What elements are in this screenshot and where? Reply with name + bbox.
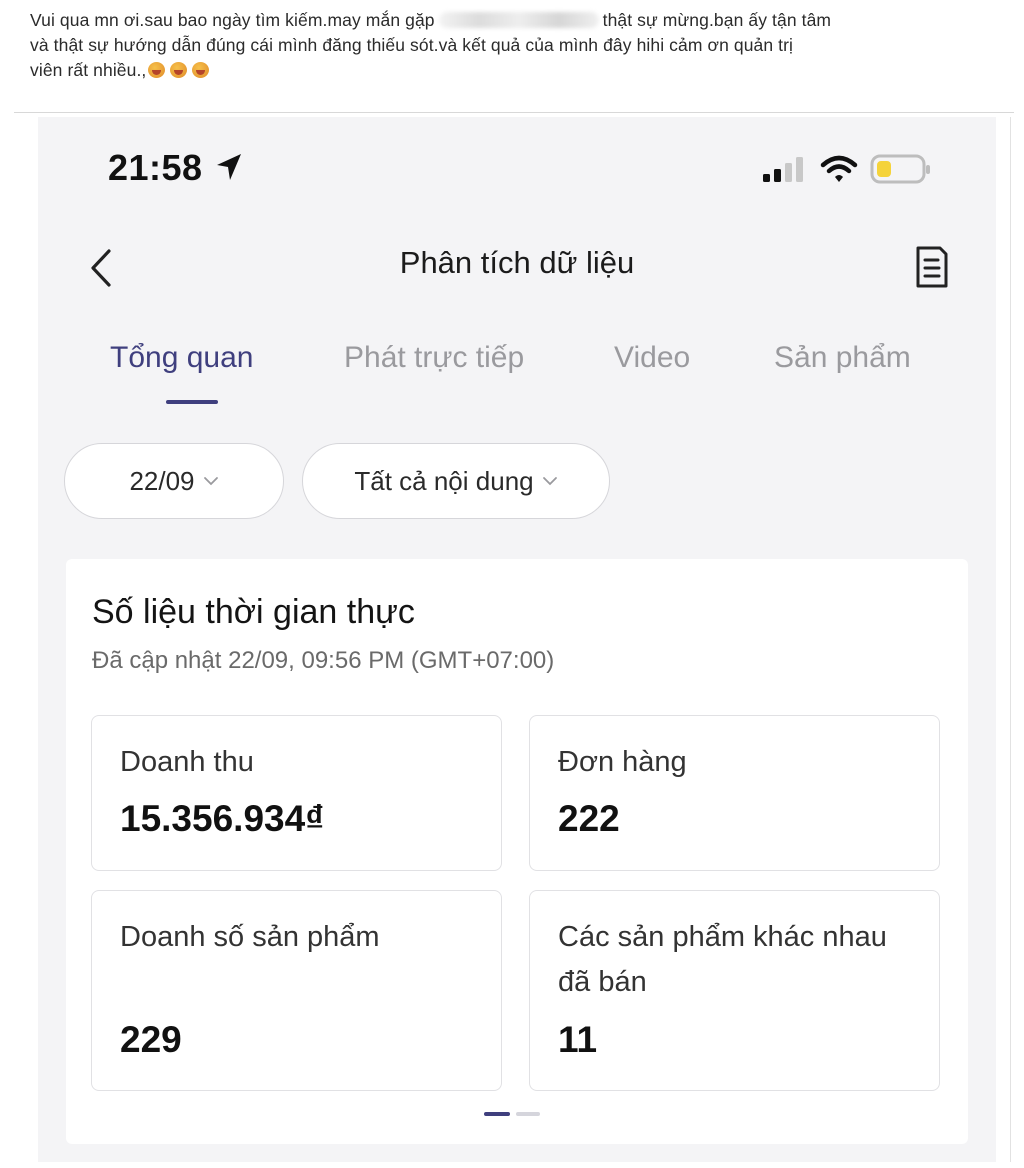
battery-low-icon (870, 154, 930, 184)
realtime-metrics-card: Số liệu thời gian thực Đã cập nhật 22/09… (66, 559, 968, 1144)
active-tab-indicator (166, 400, 218, 404)
metric-label: Các sản phẩm khác nhau đã bán (558, 921, 887, 998)
location-arrow-icon (217, 154, 241, 180)
metric-value: 222 (558, 798, 620, 839)
smiling-hearts-emoji-icon (168, 61, 190, 79)
metric-label: Đơn hàng (558, 746, 687, 778)
metric-orders[interactable]: Đơn hàng 222 (529, 715, 940, 871)
smiling-hearts-emoji-icon (190, 61, 212, 79)
date-filter-dropdown[interactable]: 22/09 (64, 443, 284, 519)
report-document-icon[interactable] (912, 244, 952, 290)
phone-screenshot: 21:58 Phân tích dữ liệu Tổng quan Phát t… (38, 117, 996, 1162)
metric-value: 11 (558, 1019, 598, 1060)
status-time: 21:58 (108, 147, 203, 188)
date-filter-value: 22/09 (129, 465, 195, 496)
pager-dot[interactable] (516, 1112, 540, 1116)
metric-revenue[interactable]: Doanh thu 15.356.934₫ (91, 715, 502, 871)
post-caption-line-2: và thật sự hướng dẫn đúng cái mình đăng … (30, 35, 794, 55)
last-updated-text: Đã cập nhật 22/09, 09:56 PM (GMT+07:00) (92, 647, 555, 674)
metric-value: 15.356.934₫ (120, 798, 325, 839)
content-filter-value: Tất cả nội dung (354, 465, 534, 496)
card-pager (484, 1112, 540, 1116)
content-filter-dropdown[interactable]: Tất cả nội dung (302, 443, 610, 519)
post-caption-line-3: viên rất nhiều., (30, 60, 147, 80)
chevron-down-icon (542, 477, 557, 486)
post-caption: Vui qua mn ơi.sau bao ngày tìm kiếm.may … (30, 8, 1010, 83)
tab-livestream[interactable]: Phát trực tiếp (344, 341, 524, 375)
page-title: Phân tích dữ liệu (399, 245, 635, 280)
cellular-signal-icon (763, 157, 803, 182)
metric-value: 229 (120, 1019, 182, 1060)
metric-label: Doanh thu (120, 746, 254, 778)
pager-dot-active[interactable] (484, 1112, 510, 1116)
post-caption-part-2: thật sự mừng.bạn ấy tận tâm (602, 10, 832, 30)
tab-overview[interactable]: Tổng quan (110, 341, 253, 375)
tab-video[interactable]: Video (614, 341, 690, 375)
metric-units-sold[interactable]: Doanh số sản phẩm 229 (91, 890, 502, 1091)
card-title: Số liệu thời gian thực (92, 593, 415, 631)
metric-distinct-products-sold[interactable]: Các sản phẩm khác nhau đã bán 11 (529, 890, 940, 1091)
tab-products[interactable]: Sản phẩm (774, 341, 911, 375)
smiling-hearts-emoji-icon (146, 61, 168, 79)
screenshot-edge (1010, 117, 1011, 1162)
wifi-icon (820, 155, 858, 182)
redacted-name (438, 12, 599, 28)
metric-label: Doanh số sản phẩm (120, 921, 380, 953)
post-divider (14, 112, 1014, 113)
post-caption-part-1: Vui qua mn ơi.sau bao ngày tìm kiếm.may … (30, 10, 435, 30)
chevron-down-icon (203, 477, 218, 486)
